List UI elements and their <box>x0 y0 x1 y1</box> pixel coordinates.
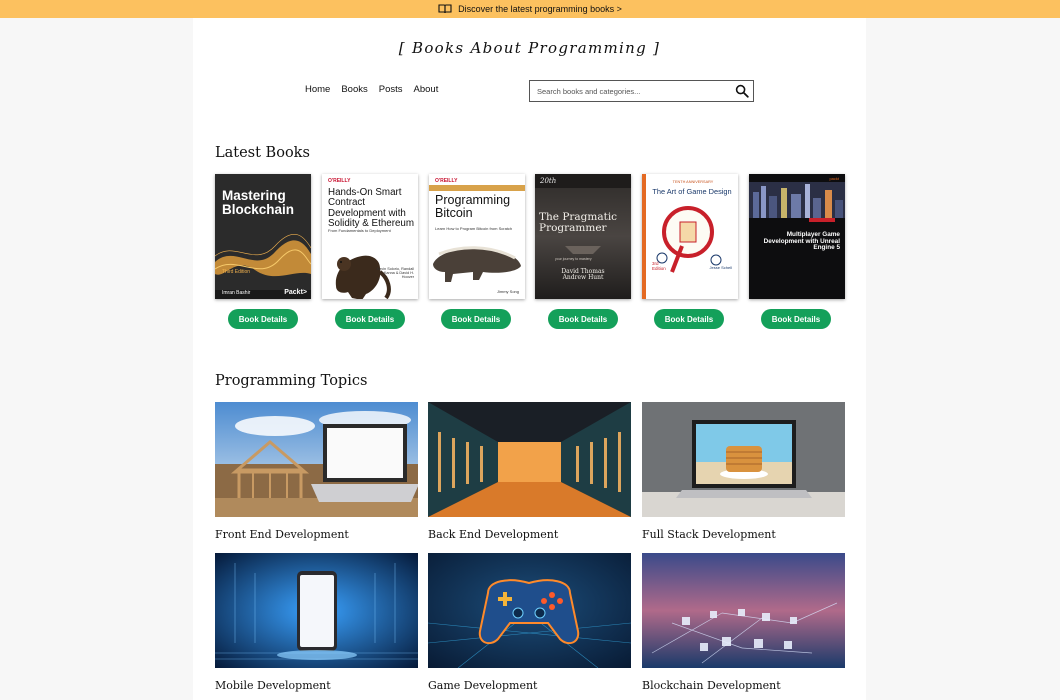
book-cover-pragmatic-programmer[interactable]: 20th The Pragmatic Programmer your journ… <box>535 174 631 299</box>
book-details-button-5[interactable]: Book Details <box>654 309 724 329</box>
topic-image-game[interactable] <box>428 553 631 668</box>
topic-caption-game[interactable]: Game Development <box>428 679 537 692</box>
cover-author: Jesse Schell <box>709 265 732 270</box>
latest-books-heading: Latest Books <box>215 145 310 161</box>
programming-topics-heading: Programming Topics <box>215 373 368 389</box>
cover-edition: 3rd Edition <box>652 261 666 271</box>
cover-title: The Pragmatic Programmer <box>539 211 618 235</box>
topic-caption-mobile[interactable]: Mobile Development <box>215 679 331 692</box>
topic-image-front-end[interactable] <box>215 402 418 517</box>
topic-image-blockchain[interactable] <box>642 553 845 668</box>
topic-caption-front-end[interactable]: Front End Development <box>215 528 349 541</box>
book-details-button-6[interactable]: Book Details <box>761 309 831 329</box>
nav-item-home[interactable]: Home <box>305 84 330 95</box>
cover-publisher: O'REILLY <box>328 178 351 184</box>
cover-subtitle: From Fundamentals to Deployment <box>328 228 391 233</box>
topic-image-mobile[interactable] <box>215 553 418 668</box>
page-container: [ Books About Programming ] Home Books P… <box>193 18 866 700</box>
topic-image-full-stack[interactable] <box>642 402 845 517</box>
nav-item-books[interactable]: Books <box>341 84 367 95</box>
book-details-button-4[interactable]: Book Details <box>548 309 618 329</box>
search-input[interactable] <box>530 86 730 96</box>
blockchain-illustration <box>642 553 845 668</box>
game-illustration <box>428 553 631 668</box>
cover-stripe <box>429 185 525 191</box>
cover-publisher: Packt> <box>284 289 307 296</box>
cover-title: Multiplayer Game Development with Unreal… <box>763 231 840 252</box>
book-details-button-1[interactable]: Book Details <box>228 309 298 329</box>
open-book-icon <box>438 4 452 14</box>
book-cover-programming-bitcoin[interactable]: O'REILLY Programming Bitcoin Learn How t… <box>429 174 525 299</box>
book-cover-art-of-game-design[interactable]: TENTH ANNIVERSARY The Art of Game Design… <box>642 174 738 299</box>
honey-badger-illustration <box>433 246 521 282</box>
book-cover-mastering-blockchain[interactable]: Mastering Blockchain Third Edition Imran… <box>215 174 311 299</box>
cover-edition-tag: TENTH ANNIVERSARY <box>672 180 714 184</box>
cover-title: Hands-On Smart Contract Development with… <box>328 187 415 229</box>
topic-caption-full-stack[interactable]: Full Stack Development <box>642 528 776 541</box>
nav-item-posts[interactable]: Posts <box>379 84 403 95</box>
cover-badge: 20th <box>540 177 557 185</box>
cover-subtitle: Learn How to Program Bitcoin from Scratc… <box>435 226 513 231</box>
back-end-illustration <box>428 402 631 517</box>
search-box <box>529 80 754 102</box>
cover-authors: David Thomas Andrew Hunt <box>561 268 605 282</box>
cover-title: Programming Bitcoin <box>435 193 511 221</box>
nav-item-about[interactable]: About <box>414 84 439 95</box>
full-stack-illustration <box>642 402 845 517</box>
topic-image-back-end[interactable] <box>428 402 631 517</box>
main-nav: Home Books Posts About <box>305 84 438 95</box>
mobile-illustration <box>215 553 418 668</box>
topic-caption-blockchain[interactable]: Blockchain Development <box>642 679 781 692</box>
cover-title: Mastering Blockchain <box>222 188 295 218</box>
topic-caption-back-end[interactable]: Back End Development <box>428 528 558 541</box>
cover-subtitle: your journey to mastery <box>555 257 592 261</box>
cover-author: Imran Bashir <box>222 290 251 296</box>
cover-title: The Art of Game Design <box>652 187 732 196</box>
announcement-text[interactable]: Discover the latest programming books > <box>458 4 622 14</box>
book-details-button-3[interactable]: Book Details <box>441 309 511 329</box>
announcement-bar[interactable]: Discover the latest programming books > <box>0 0 1060 18</box>
site-title[interactable]: [ Books About Programming ] <box>193 39 866 57</box>
cover-authors: Kevin Solorio, Randall Kanna & David H. … <box>376 267 414 279</box>
book-cover-multiplayer-ue5[interactable]: packt Multiplayer Game Development with … <box>749 174 845 299</box>
search-icon[interactable] <box>735 84 749 98</box>
cover-author: Jimmy Song <box>496 289 519 294</box>
cover-publisher: O'REILLY <box>435 178 458 184</box>
front-end-illustration <box>215 402 418 517</box>
cover-edition: Third Edition <box>222 269 251 275</box>
cover-publisher: packt <box>829 176 839 181</box>
book-cover-smart-contract[interactable]: O'REILLY Hands-On Smart Contract Develop… <box>322 174 418 299</box>
book-details-button-2[interactable]: Book Details <box>335 309 405 329</box>
